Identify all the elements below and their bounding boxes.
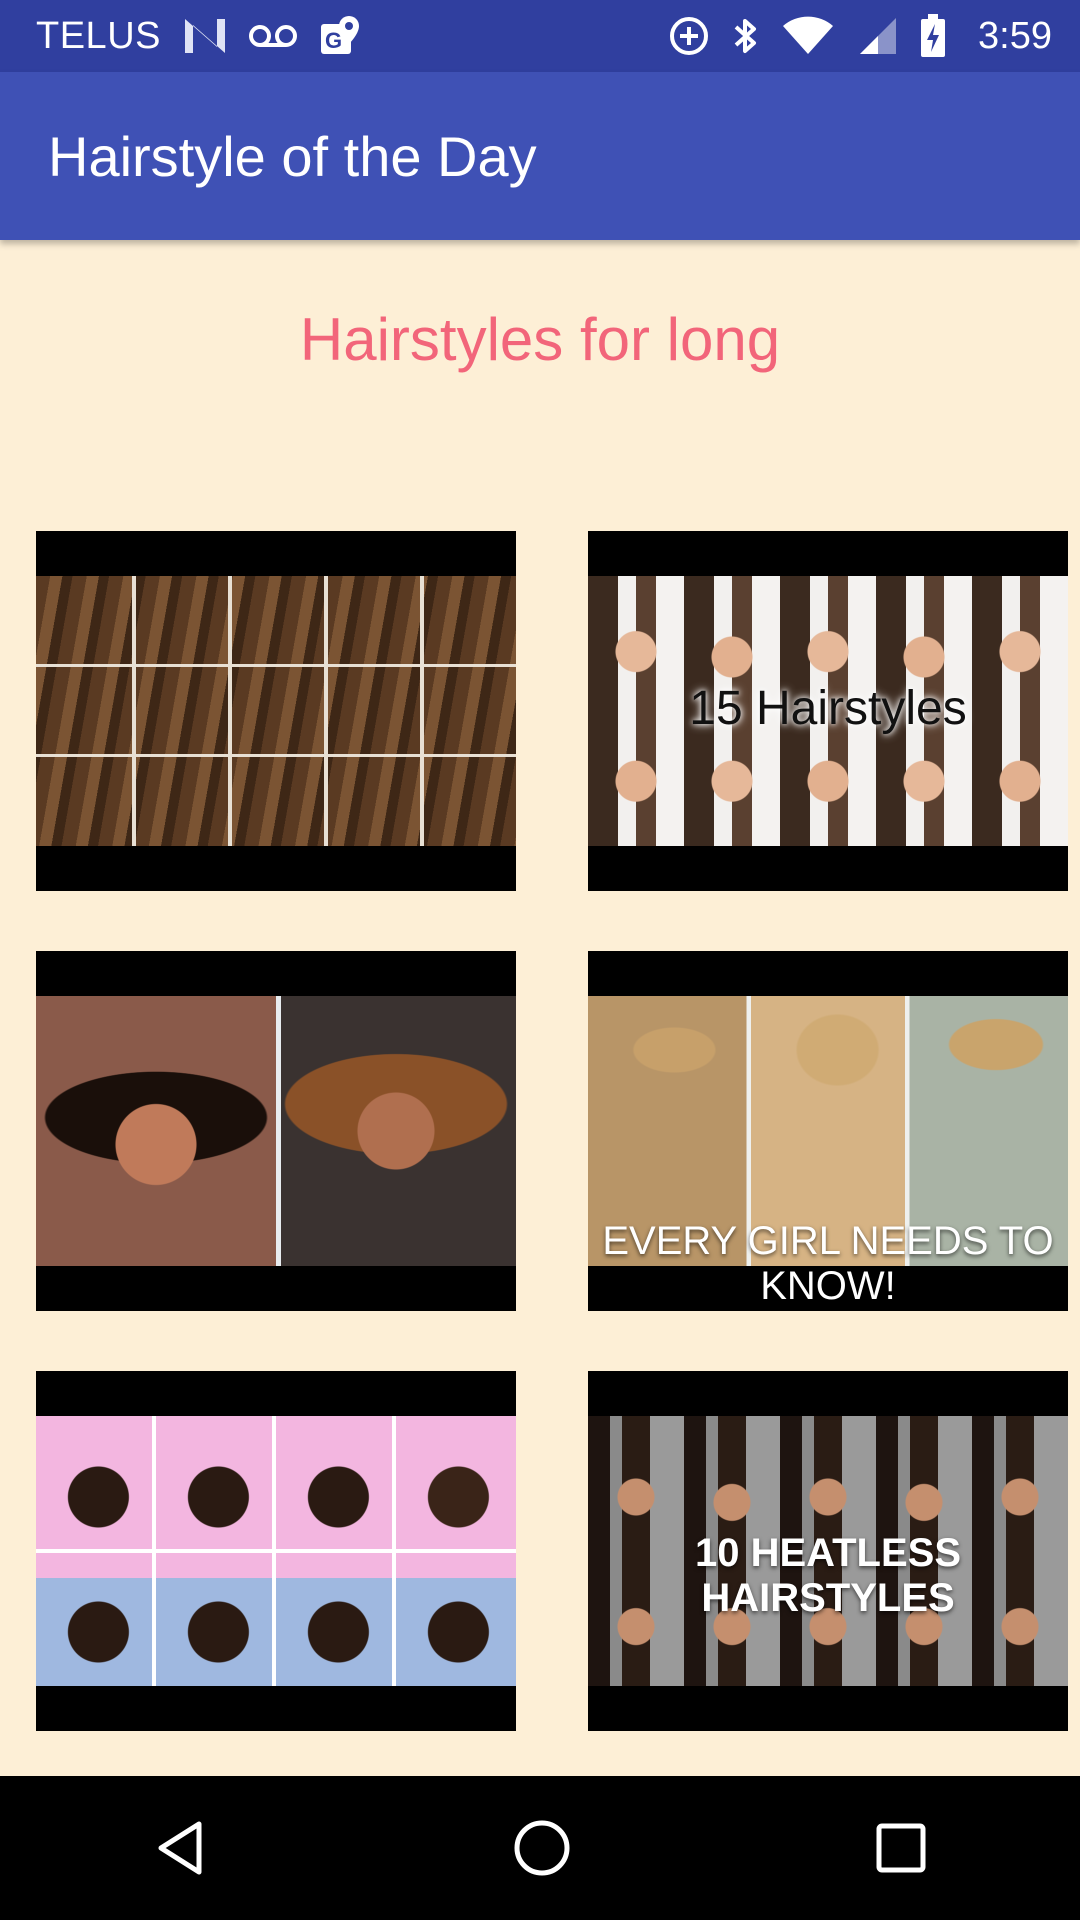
recents-icon[interactable] bbox=[873, 1820, 929, 1876]
hairstyle-thumbnail[interactable]: 15 Hairstyles bbox=[588, 531, 1068, 891]
hairstyle-thumbnail[interactable] bbox=[36, 951, 516, 1311]
navigation-bar bbox=[0, 1776, 1080, 1920]
updo-collage-image bbox=[36, 1416, 516, 1686]
hairstyle-thumbnail[interactable]: EVERY GIRL NEEDS TO KNOW! bbox=[588, 951, 1068, 1311]
hairstyle-thumbnail[interactable]: 10 HEATLESS HAIRSTYLES bbox=[588, 1371, 1068, 1731]
thumbnail-caption: 10 HEATLESS HAIRSTYLES bbox=[695, 1531, 961, 1620]
hairstyle-thumbnail[interactable] bbox=[36, 1371, 516, 1731]
hairstyle-grid: 15 Hairstyles EVERY GIRL NEEDS TO KNOW! … bbox=[0, 0, 1080, 1776]
home-icon[interactable] bbox=[512, 1818, 572, 1878]
back-icon[interactable] bbox=[151, 1818, 211, 1878]
hairstyle-thumbnail[interactable] bbox=[36, 531, 516, 891]
thumbnail-caption: EVERY GIRL NEEDS TO KNOW! bbox=[602, 1219, 1054, 1308]
curly-hair-image bbox=[36, 996, 516, 1266]
braids-collage-image bbox=[36, 576, 516, 846]
thumbnail-caption: 15 Hairstyles bbox=[689, 682, 967, 735]
